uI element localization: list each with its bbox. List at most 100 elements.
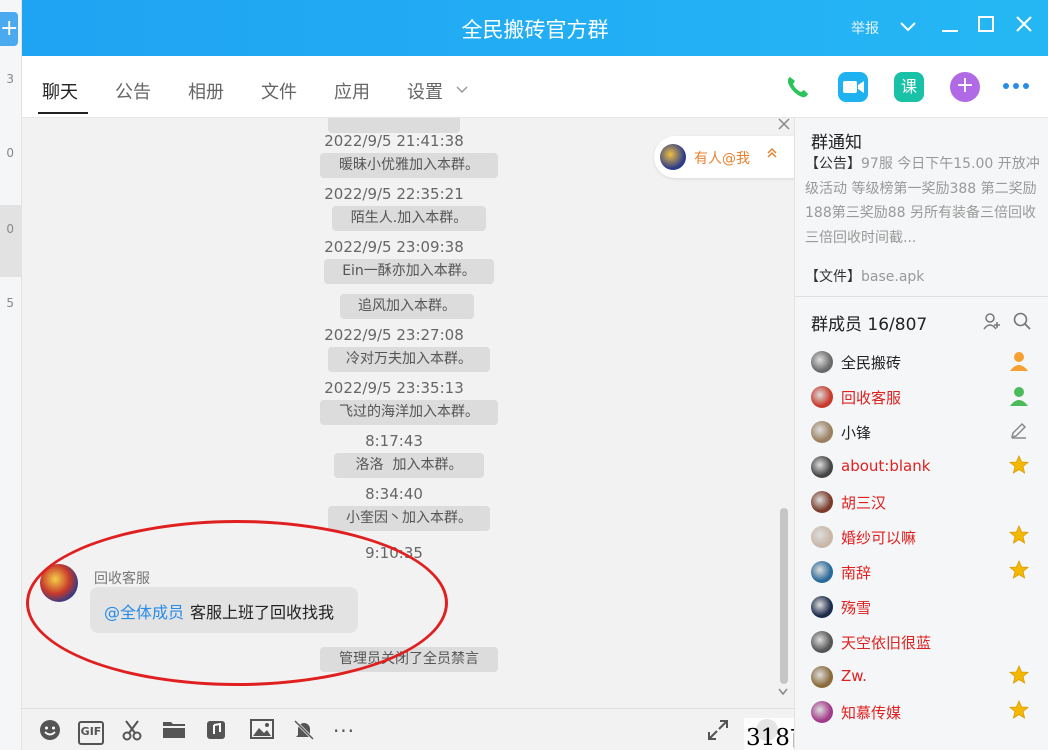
member-row[interactable]: 天空依旧很蓝	[811, 630, 1035, 654]
star-icon	[1007, 699, 1031, 724]
highlight-annotation	[26, 520, 448, 686]
expand-icon[interactable]	[706, 719, 730, 743]
star-icon	[1008, 454, 1030, 474]
avatar[interactable]	[811, 526, 833, 548]
input-toolbar: GIF ···	[22, 708, 794, 750]
member-row[interactable]: 全民搬砖	[811, 350, 1035, 374]
tab-album[interactable]: 相册	[188, 78, 224, 104]
maximize-icon	[978, 16, 994, 32]
owner-badge-icon	[1010, 352, 1028, 371]
add-icon[interactable]: +	[0, 12, 18, 46]
member-row[interactable]: 小锋	[811, 420, 1035, 444]
member-row[interactable]: 回收客服	[811, 385, 1035, 409]
image-icon	[250, 719, 274, 739]
close-mention-icon[interactable]	[778, 118, 790, 133]
chat-scrollbar[interactable]	[780, 508, 788, 684]
emoji-icon[interactable]	[38, 719, 62, 743]
member-name[interactable]: 婚纱可以嘛	[841, 527, 916, 548]
title-bar: 全民搬砖官方群 举报	[22, 0, 1048, 56]
tab-settings[interactable]: 设置	[407, 78, 443, 104]
phone-call-button[interactable]	[782, 72, 812, 102]
tab-apps[interactable]: 应用	[334, 78, 370, 104]
chevron-down-icon[interactable]	[894, 12, 922, 42]
avatar[interactable]	[811, 386, 833, 408]
right-panel: 群通知 【公告】97服 今日下午15.00 开放冲级活动 等级榜第一奖励388 …	[794, 118, 1048, 750]
avatar[interactable]	[811, 701, 833, 723]
settings-chevron-icon[interactable]	[456, 86, 468, 94]
member-name[interactable]: 回收客服	[841, 387, 901, 408]
minimize-button[interactable]	[936, 12, 964, 42]
mute-bell-icon[interactable]	[292, 719, 316, 743]
image-icon[interactable]	[250, 719, 274, 743]
folder-icon	[163, 722, 185, 738]
system-message: 陌生人.加入本群。	[332, 206, 486, 231]
member-row[interactable]: about:blank	[811, 454, 1035, 479]
music-icon[interactable]	[204, 719, 228, 743]
mention-indicator[interactable]: 有人@我	[654, 136, 794, 178]
member-name[interactable]: 天空依旧很蓝	[841, 632, 931, 653]
member-row[interactable]: 知慕传媒	[811, 699, 1035, 724]
more-tools-icon[interactable]: ···	[332, 719, 356, 743]
member-name[interactable]: Zw.	[841, 667, 867, 685]
tab-announcement[interactable]: 公告	[115, 78, 151, 104]
avatar[interactable]	[811, 666, 833, 688]
member-name[interactable]: 南辞	[841, 562, 871, 583]
star-icon	[1008, 559, 1030, 579]
avatar	[660, 144, 686, 170]
member-row[interactable]: 胡三汉	[811, 490, 1035, 514]
close-icon	[778, 118, 790, 130]
file-tag: 【文件】	[805, 269, 861, 285]
chat-area[interactable]: 2022/9/5 21:41:38 暖昧小优雅加入本群。 2022/9/5 22…	[22, 118, 794, 708]
avatar[interactable]	[811, 421, 833, 443]
member-row[interactable]: 殇雪	[811, 595, 1035, 619]
system-message: 追风加入本群。	[340, 294, 474, 319]
search-icon[interactable]	[1013, 312, 1031, 330]
scissors-icon[interactable]	[120, 719, 144, 743]
group-notice[interactable]: 【公告】97服 今日下午15.00 开放冲级活动 等级榜第一奖励388 第二奖励…	[805, 152, 1041, 250]
plus-circle-icon[interactable]: +	[950, 72, 980, 102]
avatar[interactable]	[811, 596, 833, 618]
double-chevron-up-icon	[767, 147, 777, 158]
avatar[interactable]	[811, 561, 833, 583]
maximize-button[interactable]	[972, 12, 1000, 42]
system-message	[328, 118, 460, 133]
background-window-strip: + 3 0 0 5	[0, 0, 22, 750]
member-name[interactable]: 胡三汉	[841, 492, 886, 513]
report-button[interactable]: 举报	[851, 18, 879, 38]
edit-icon	[1010, 422, 1027, 439]
folder-icon[interactable]	[162, 719, 186, 743]
member-name[interactable]: about:blank	[841, 457, 930, 475]
avatar[interactable]	[811, 491, 833, 513]
member-row[interactable]: 南辞	[811, 559, 1035, 584]
group-file[interactable]: 【文件】base.apk	[805, 266, 924, 286]
phone-icon	[787, 77, 808, 98]
chevron-down-icon	[900, 22, 916, 32]
member-name[interactable]: 知慕传媒	[841, 702, 901, 723]
tab-chat[interactable]: 聊天	[42, 78, 78, 104]
add-member-icon[interactable]	[983, 312, 1001, 330]
close-button[interactable]	[1010, 12, 1038, 42]
member-name[interactable]: 全民搬砖	[841, 352, 901, 373]
video-call-button[interactable]	[838, 72, 868, 102]
emoji-icon	[40, 720, 60, 740]
mention-indicator-label: 有人@我	[694, 151, 750, 167]
star-icon	[1007, 524, 1031, 549]
system-message: 暖昧小优雅加入本群。	[320, 153, 498, 178]
selected-conversation[interactable]	[0, 205, 22, 277]
tab-files[interactable]: 文件	[261, 78, 297, 104]
scroll-down-icon[interactable]	[778, 688, 788, 696]
course-button[interactable]: 课	[894, 72, 924, 102]
timestamp: 2022/9/5 23:27:08	[324, 326, 464, 344]
avatar[interactable]	[811, 351, 833, 373]
expand-icon	[708, 720, 728, 740]
more-options-icon[interactable]	[1002, 82, 1030, 90]
member-row[interactable]: Zw.	[811, 664, 1035, 689]
avatar[interactable]	[811, 631, 833, 653]
avatar[interactable]	[811, 456, 833, 478]
member-name[interactable]: 殇雪	[841, 597, 871, 618]
admin-badge-icon	[1010, 387, 1028, 406]
system-message: Ein一酥亦加入本群。	[324, 259, 494, 284]
member-row[interactable]: 婚纱可以嘛	[811, 524, 1035, 549]
gif-icon[interactable]: GIF	[78, 721, 104, 745]
member-name[interactable]: 小锋	[841, 422, 871, 443]
